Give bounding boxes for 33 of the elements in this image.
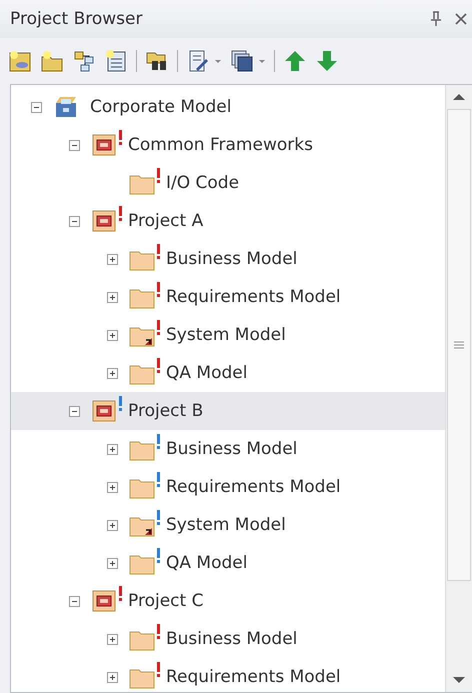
tree-item-label: Project A: [127, 211, 204, 231]
tree-item[interactable]: I/O Code: [11, 164, 445, 202]
tree-item-label: I/O Code: [165, 173, 240, 193]
tree-item[interactable]: Business Model: [11, 620, 445, 658]
panel-title: Project Browser: [10, 9, 142, 29]
tree-item[interactable]: System Model: [11, 506, 445, 544]
tree-item[interactable]: Business Model: [11, 240, 445, 278]
tree-item-label: Project C: [127, 591, 204, 611]
tree-item-label: Business Model: [165, 249, 298, 269]
tree-item[interactable]: Corporate Model: [11, 88, 445, 126]
tree-item[interactable]: Project A: [11, 202, 445, 240]
tree-item[interactable]: Requirements Model: [11, 278, 445, 316]
tree-item-label: Corporate Model: [89, 97, 232, 117]
tree-item[interactable]: System Model: [11, 316, 445, 354]
tree-item[interactable]: Requirements Model: [11, 658, 445, 692]
tree-item-label: Requirements Model: [165, 667, 341, 687]
tree-item[interactable]: QA Model: [11, 354, 445, 392]
tree-item-label: Business Model: [165, 439, 298, 459]
tree-item[interactable]: Business Model: [11, 430, 445, 468]
tree-item-label: System Model: [165, 325, 286, 345]
tree-item-label: Project B: [127, 401, 204, 421]
tree-item-label: Business Model: [165, 629, 298, 649]
tree-item-label: Requirements Model: [165, 477, 341, 497]
tree-item-label: Requirements Model: [165, 287, 341, 307]
tree-item-label: System Model: [165, 515, 286, 535]
tree-item[interactable]: Requirements Model: [11, 468, 445, 506]
tree-item-label: QA Model: [165, 363, 248, 383]
tree-item[interactable]: Project B: [11, 392, 445, 430]
tree-item-label: QA Model: [165, 553, 248, 573]
tree-item[interactable]: Common Frameworks: [11, 126, 445, 164]
tree-item-label: Common Frameworks: [127, 135, 313, 155]
tree-item[interactable]: Project C: [11, 582, 445, 620]
tree-item[interactable]: QA Model: [11, 544, 445, 582]
